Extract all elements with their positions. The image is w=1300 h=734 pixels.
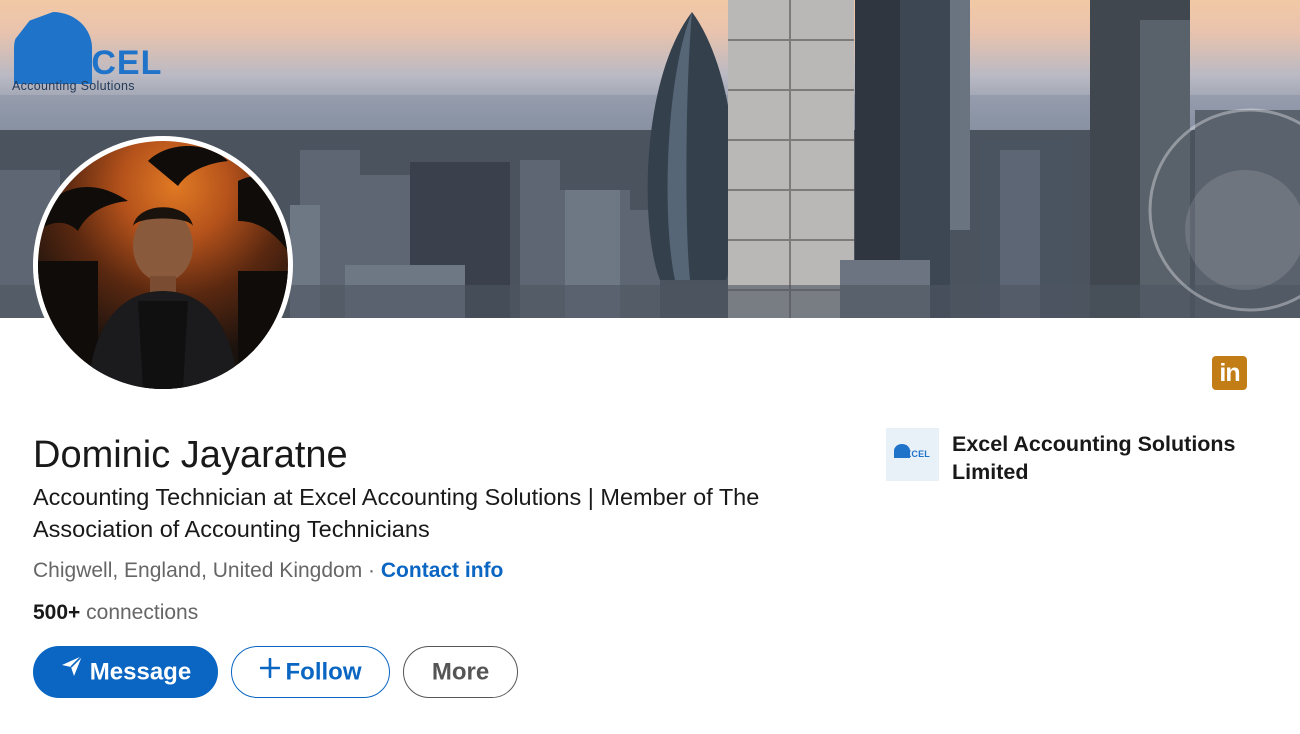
company-logo-text: EXCEL xyxy=(899,449,931,459)
current-company[interactable]: EXCEL Excel Accounting Solutions Limited xyxy=(886,428,1266,488)
follow-button[interactable]: Follow xyxy=(231,646,390,698)
profile-headline: Accounting Technician at Excel Accountin… xyxy=(33,484,760,542)
linkedin-icon[interactable]: in xyxy=(1212,356,1247,390)
plus-icon xyxy=(259,646,280,696)
location-separator: · xyxy=(362,559,381,582)
location-text: Chigwell, England, United Kingdom xyxy=(33,559,363,582)
more-button[interactable]: More xyxy=(403,646,518,698)
profile-name: Dominic Jayaratne xyxy=(33,434,348,476)
logo-tagline: Accounting Solutions xyxy=(12,79,135,93)
company-logo: EXCEL xyxy=(886,428,939,481)
profile-photo-image xyxy=(38,146,288,389)
more-button-label: More xyxy=(431,658,490,686)
connections-count[interactable]: 500+ connections xyxy=(33,598,198,628)
connections-number: 500+ xyxy=(33,601,81,624)
profile-photo[interactable] xyxy=(33,136,293,394)
send-icon xyxy=(60,646,84,696)
follow-button-label: Follow xyxy=(285,658,362,686)
connections-label: connections xyxy=(80,601,199,624)
excel-brand-logo: EXCEL Accounting Solutions xyxy=(10,10,185,96)
message-button[interactable]: Message xyxy=(33,646,218,698)
location-line: Chigwell, England, United Kingdom · Cont… xyxy=(33,556,503,586)
logo-wordmark: EXCEL xyxy=(44,44,163,82)
contact-info-link[interactable]: Contact info xyxy=(381,559,503,582)
company-name: Excel Accounting Solutions Limited xyxy=(952,432,1236,484)
message-button-label: Message xyxy=(89,658,192,686)
